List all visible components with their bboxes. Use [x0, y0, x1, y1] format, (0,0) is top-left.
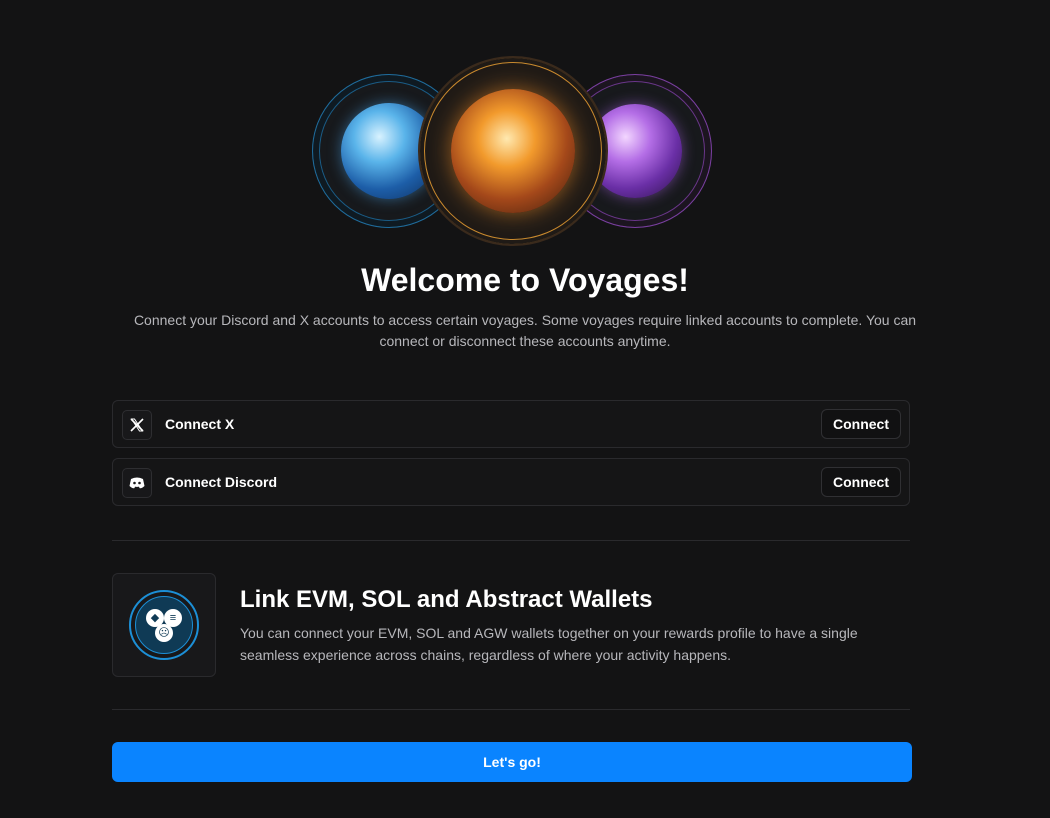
wallet-section-description: You can connect your EVM, SOL and AGW wa… — [240, 625, 858, 663]
wallet-inner: ◆ ≡ ☹ — [135, 596, 193, 654]
lets-go-button[interactable]: Let's go! — [112, 742, 912, 782]
fire-orb-ring — [418, 56, 608, 246]
connect-x-label: Connect X — [165, 416, 235, 432]
hero-orbs — [0, 56, 1050, 246]
divider — [112, 709, 910, 710]
fire-orb-icon — [451, 89, 575, 213]
page-title: Welcome to Voyages! — [361, 262, 689, 298]
connect-x-row: Connect X Connect — [112, 400, 910, 448]
connect-discord-button[interactable]: Connect — [821, 467, 901, 497]
wallet-ring: ◆ ≡ ☹ — [129, 590, 199, 660]
wallet-link-icon: ◆ ≡ ☹ — [112, 573, 216, 677]
voyages-welcome-page: Welcome to Voyages! Connect your Discord… — [0, 0, 1050, 818]
wallet-section-title: Link EVM, SOL and Abstract Wallets — [240, 586, 653, 613]
connect-x-button[interactable]: Connect — [821, 409, 901, 439]
agw-wallet-icon: ☹ — [155, 624, 173, 642]
x-logo-icon — [122, 410, 152, 440]
divider — [112, 540, 910, 541]
connect-discord-row: Connect Discord Connect — [112, 458, 910, 506]
discord-logo-icon — [122, 468, 152, 498]
page-subtitle: Connect your Discord and X accounts to a… — [133, 312, 917, 349]
connect-discord-label: Connect Discord — [165, 474, 278, 490]
